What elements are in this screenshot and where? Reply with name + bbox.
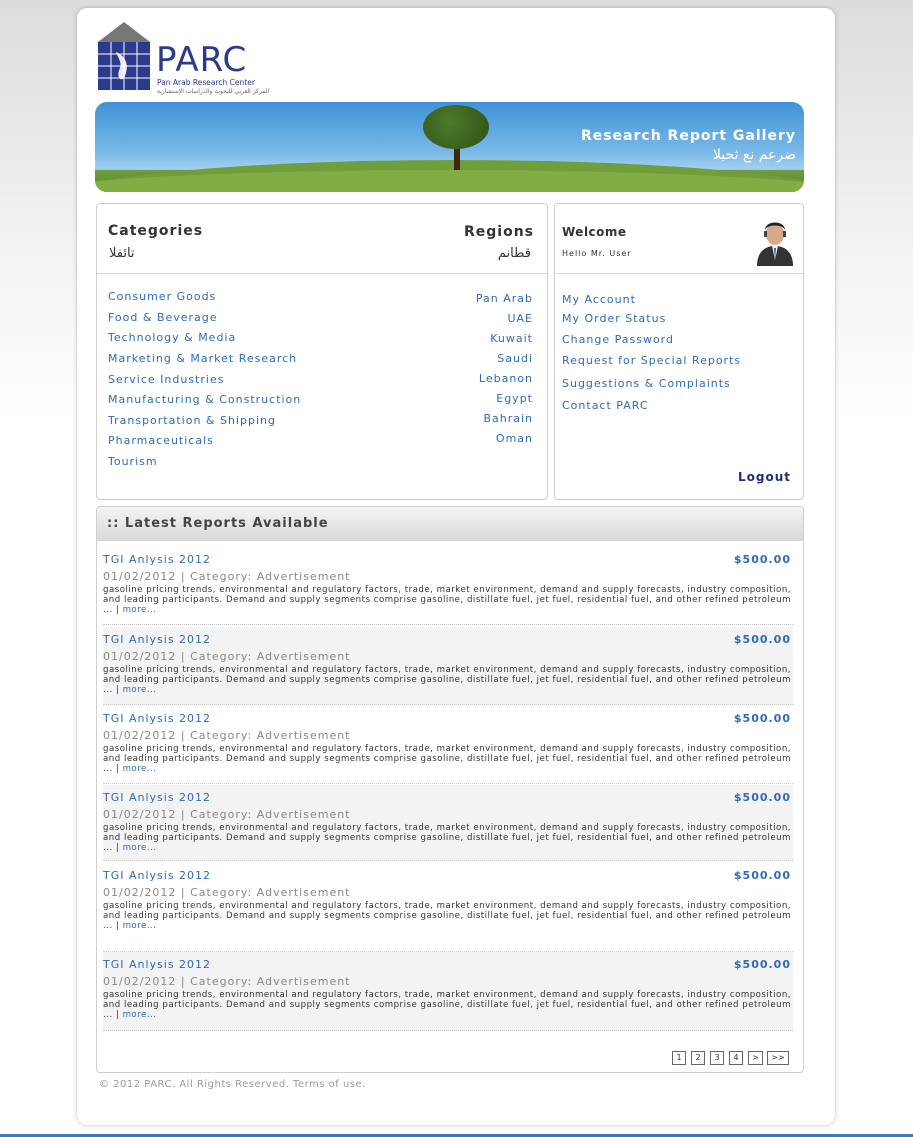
banner-title: Research Report Gallery bbox=[580, 128, 796, 144]
order-status-link[interactable]: My Order Status bbox=[562, 312, 666, 325]
report-description: gasoline pricing trends, environmental a… bbox=[103, 744, 791, 775]
report-title-link[interactable]: TGI Anlysis 2012 bbox=[103, 633, 211, 646]
category-link-transportation-shipping[interactable]: Transportation & Shipping bbox=[108, 414, 276, 427]
report-item: TGI Anlysis 2012 $500.00 01/02/2012 | Ca… bbox=[103, 706, 793, 784]
region-link-bahrain[interactable]: Bahrain bbox=[483, 412, 533, 425]
greeting-text: Hello Mr. User bbox=[562, 249, 632, 258]
header-banner: Research Report Gallery ضرعم نع ثحبلا bbox=[95, 102, 804, 192]
report-description-text: gasoline pricing trends, environmental a… bbox=[103, 901, 791, 932]
welcome-divider bbox=[555, 273, 803, 274]
report-title-link[interactable]: TGI Anlysis 2012 bbox=[103, 712, 211, 725]
category-link-food-beverage[interactable]: Food & Beverage bbox=[108, 311, 218, 324]
suggestions-complaints-link[interactable]: Suggestions & Complaints bbox=[562, 377, 731, 390]
report-title-link[interactable]: TGI Anlysis 2012 bbox=[103, 553, 211, 566]
logo-subtitle-arabic: المركز العربي للبحوث والدراسات الإستشاري… bbox=[157, 88, 270, 95]
report-price: $500.00 bbox=[733, 869, 791, 882]
page-container: PARC Pan Arab Research Center المركز الع… bbox=[77, 8, 835, 1125]
logo-wordmark: PARC bbox=[156, 40, 248, 80]
report-more-link[interactable]: more... bbox=[123, 685, 157, 695]
report-description: gasoline pricing trends, environmental a… bbox=[103, 901, 791, 932]
footer-copyright: © 2012 PARC. All Rights Reserved. Terms … bbox=[99, 1079, 366, 1090]
report-description-text: gasoline pricing trends, environmental a… bbox=[103, 744, 791, 775]
reports-header: :: Latest Reports Available bbox=[97, 507, 803, 541]
report-more-link[interactable]: more... bbox=[123, 605, 157, 615]
welcome-panel: Welcome Hello Mr. User My Account My Ord… bbox=[554, 203, 804, 500]
pager-page-3[interactable]: 3 bbox=[710, 1051, 724, 1065]
pager-page-2[interactable]: 2 bbox=[691, 1051, 705, 1065]
parc-logo[interactable]: PARC Pan Arab Research Center المركز الع… bbox=[96, 22, 270, 96]
category-link-marketing-research[interactable]: Marketing & Market Research bbox=[108, 352, 297, 365]
banner-title-arabic: ضرعم نع ثحبلا bbox=[712, 147, 796, 163]
change-password-link[interactable]: Change Password bbox=[562, 333, 674, 346]
logout-link[interactable]: Logout bbox=[738, 470, 791, 484]
category-link-tourism[interactable]: Tourism bbox=[108, 455, 158, 468]
report-description-text: gasoline pricing trends, environmental a… bbox=[103, 585, 791, 616]
reports-heading: :: Latest Reports Available bbox=[107, 516, 329, 531]
category-link-pharmaceuticals[interactable]: Pharmaceuticals bbox=[108, 434, 214, 447]
report-description: gasoline pricing trends, environmental a… bbox=[103, 585, 791, 616]
report-meta: 01/02/2012 | Category: Advertisement bbox=[103, 729, 351, 742]
panel-divider bbox=[97, 273, 547, 274]
report-price: $500.00 bbox=[733, 958, 791, 971]
user-avatar-icon bbox=[757, 222, 793, 266]
report-price: $500.00 bbox=[733, 633, 791, 646]
report-price: $500.00 bbox=[733, 791, 791, 804]
region-link-pan-arab[interactable]: Pan Arab bbox=[476, 292, 533, 305]
report-more-link[interactable]: more... bbox=[123, 843, 157, 853]
report-meta: 01/02/2012 | Category: Advertisement bbox=[103, 650, 351, 663]
report-description: gasoline pricing trends, environmental a… bbox=[103, 990, 791, 1021]
report-item: TGI Anlysis 2012 $500.00 01/02/2012 | Ca… bbox=[103, 627, 793, 705]
report-price: $500.00 bbox=[733, 712, 791, 725]
latest-reports-panel: :: Latest Reports Available TGI Anlysis … bbox=[96, 506, 804, 1073]
category-link-consumer-goods[interactable]: Consumer Goods bbox=[108, 290, 216, 303]
pager-page-1[interactable]: 1 bbox=[672, 1051, 686, 1065]
report-description-text: gasoline pricing trends, environmental a… bbox=[103, 823, 791, 854]
my-account-link[interactable]: My Account bbox=[562, 293, 636, 306]
report-meta: 01/02/2012 | Category: Advertisement bbox=[103, 808, 351, 821]
report-meta: 01/02/2012 | Category: Advertisement bbox=[103, 570, 351, 583]
report-title-link[interactable]: TGI Anlysis 2012 bbox=[103, 869, 211, 882]
pager-next[interactable]: > bbox=[748, 1051, 763, 1065]
categories-regions-panel: Categories تائفلا Regions قطانم Consumer… bbox=[96, 203, 548, 500]
report-meta: 01/02/2012 | Category: Advertisement bbox=[103, 886, 351, 899]
region-link-lebanon[interactable]: Lebanon bbox=[479, 372, 533, 385]
report-item: TGI Anlysis 2012 $500.00 01/02/2012 | Ca… bbox=[103, 785, 793, 861]
tree-icon bbox=[423, 105, 489, 149]
region-link-egypt[interactable]: Egypt bbox=[496, 392, 533, 405]
region-link-oman[interactable]: Oman bbox=[496, 432, 533, 445]
special-reports-link[interactable]: Request for Special Reports bbox=[562, 354, 741, 367]
report-more-link[interactable]: more... bbox=[123, 1010, 157, 1020]
categories-heading-arabic: تائفلا bbox=[109, 246, 135, 261]
logo-subtitle: Pan Arab Research Center bbox=[157, 78, 255, 87]
report-item: TGI Anlysis 2012 $500.00 01/02/2012 | Ca… bbox=[103, 547, 793, 625]
pager-page-4[interactable]: 4 bbox=[729, 1051, 743, 1065]
report-description: gasoline pricing trends, environmental a… bbox=[103, 665, 791, 696]
welcome-heading: Welcome bbox=[562, 225, 627, 239]
region-link-saudi[interactable]: Saudi bbox=[497, 352, 533, 365]
regions-heading: Regions bbox=[463, 224, 534, 240]
report-more-link[interactable]: more... bbox=[123, 764, 157, 774]
regions-heading-arabic: قطانم bbox=[497, 246, 531, 261]
report-price: $500.00 bbox=[733, 553, 791, 566]
category-link-manufacturing-construction[interactable]: Manufacturing & Construction bbox=[108, 393, 301, 406]
report-title-link[interactable]: TGI Anlysis 2012 bbox=[103, 791, 211, 804]
report-more-link[interactable]: more... bbox=[123, 921, 157, 931]
pager-last[interactable]: >> bbox=[767, 1051, 789, 1065]
report-description: gasoline pricing trends, environmental a… bbox=[103, 823, 791, 854]
category-link-technology-media[interactable]: Technology & Media bbox=[108, 331, 236, 344]
report-item: TGI Anlysis 2012 $500.00 01/02/2012 | Ca… bbox=[103, 863, 793, 952]
report-description-text: gasoline pricing trends, environmental a… bbox=[103, 665, 791, 696]
report-meta: 01/02/2012 | Category: Advertisement bbox=[103, 975, 351, 988]
region-link-kuwait[interactable]: Kuwait bbox=[490, 332, 533, 345]
logo-emblem-icon bbox=[98, 22, 150, 90]
region-link-uae[interactable]: UAE bbox=[507, 312, 533, 325]
category-link-service-industries[interactable]: Service Industries bbox=[108, 373, 224, 386]
contact-parc-link[interactable]: Contact PARC bbox=[562, 399, 649, 412]
categories-heading: Categories bbox=[108, 223, 204, 239]
report-description-text: gasoline pricing trends, environmental a… bbox=[103, 990, 791, 1021]
report-title-link[interactable]: TGI Anlysis 2012 bbox=[103, 958, 211, 971]
report-item: TGI Anlysis 2012 $500.00 01/02/2012 | Ca… bbox=[103, 952, 793, 1031]
